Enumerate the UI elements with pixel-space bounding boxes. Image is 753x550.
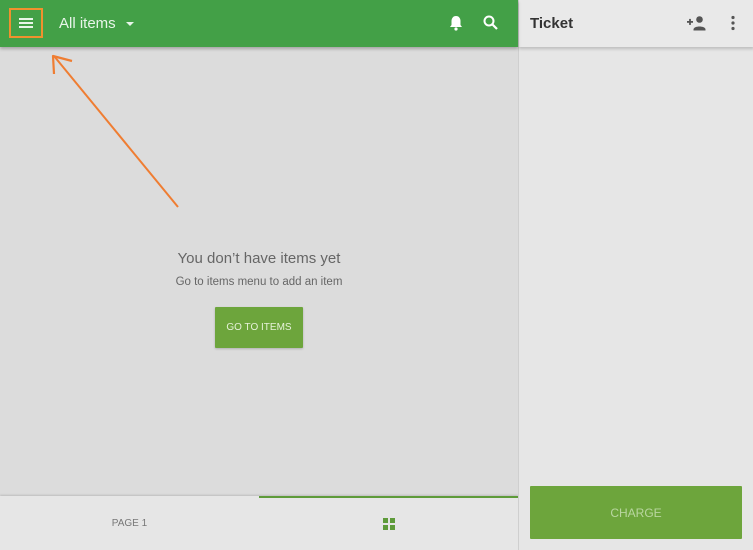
- category-dropdown[interactable]: All items: [59, 15, 134, 32]
- grid-icon: [382, 518, 395, 530]
- ticket-title: Ticket: [530, 15, 574, 32]
- menu-icon: [19, 18, 33, 28]
- bell-icon[interactable]: [447, 14, 465, 32]
- add-person-icon[interactable]: [687, 14, 707, 32]
- app-root: All items You don’t have items yet Go to…: [0, 0, 753, 550]
- ticket-header: Ticket: [519, 0, 753, 47]
- tab-grid[interactable]: [259, 496, 518, 550]
- items-pane: All items You don’t have items yet Go to…: [0, 0, 518, 550]
- menu-button[interactable]: [9, 8, 43, 38]
- empty-state-subtitle: Go to items menu to add an item: [175, 276, 343, 288]
- category-title: All items: [59, 15, 116, 32]
- search-icon[interactable]: [482, 14, 500, 32]
- app-bar: All items: [0, 0, 518, 47]
- ticket-pane: Ticket CHARGE: [518, 0, 753, 550]
- page-tabs: PAGE 1: [0, 496, 518, 550]
- caret-down-icon: [125, 21, 134, 26]
- tab-page-1-label: PAGE 1: [111, 517, 148, 529]
- more-vert-icon[interactable]: [728, 14, 738, 32]
- empty-state-title: You don’t have items yet: [177, 250, 341, 267]
- tab-page-1[interactable]: PAGE 1: [0, 496, 259, 550]
- go-to-items-button[interactable]: GO TO ITEMS: [215, 307, 303, 348]
- charge-button[interactable]: CHARGE: [530, 486, 742, 539]
